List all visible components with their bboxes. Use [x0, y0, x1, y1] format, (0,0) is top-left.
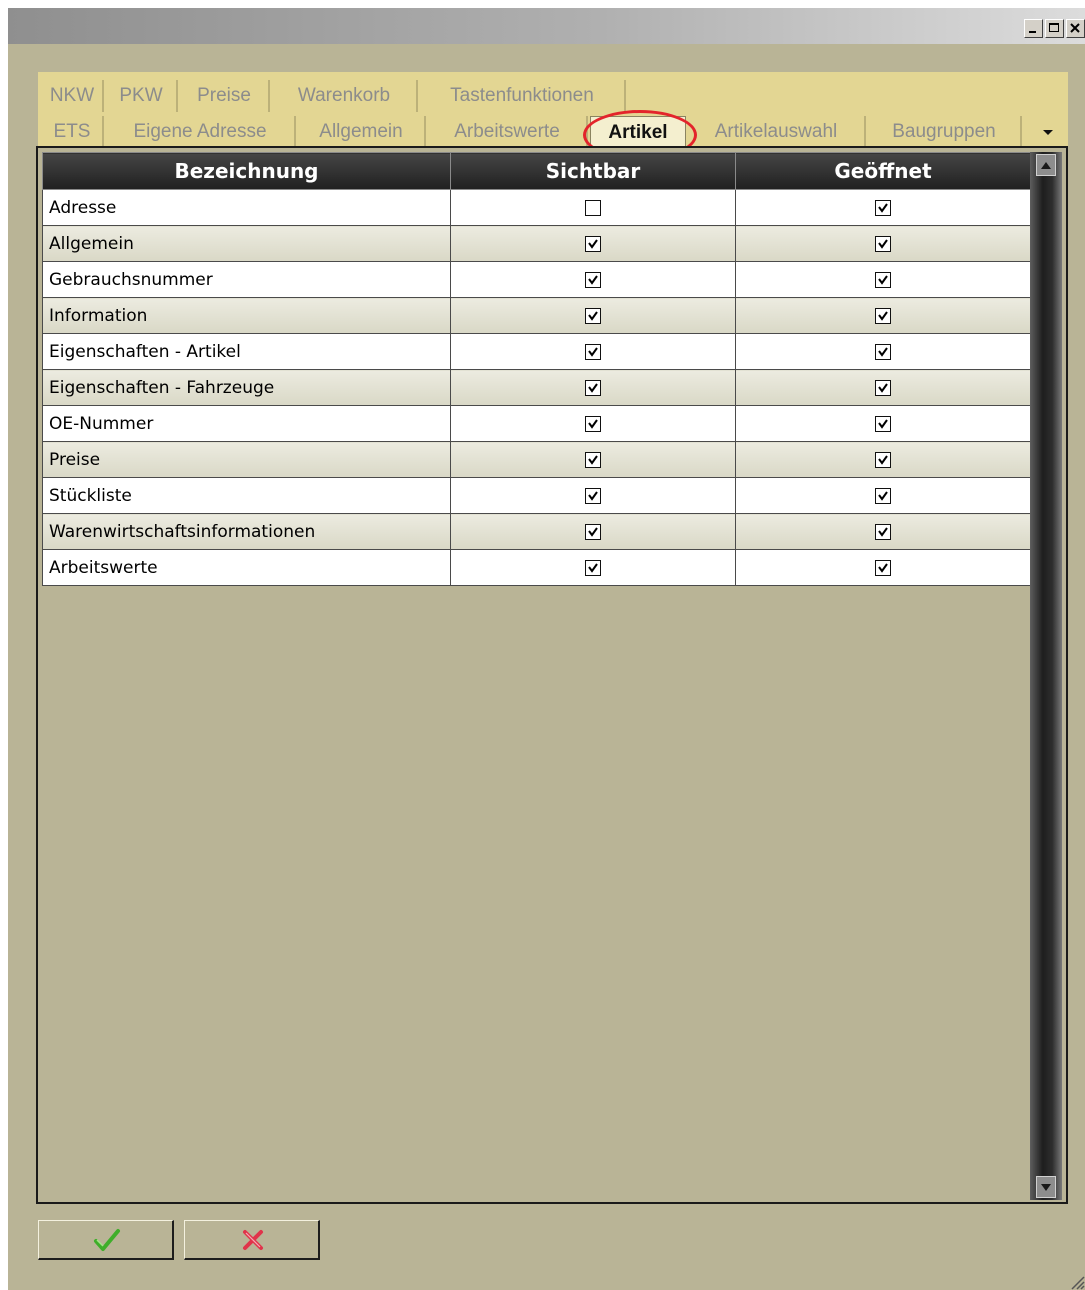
geoeffnet-checkbox[interactable]: [875, 307, 891, 324]
row-label: Allgemein: [42, 225, 451, 262]
geoeffnet-cell: [735, 549, 1031, 586]
geoeffnet-checkbox[interactable]: [875, 235, 891, 252]
row-label: Adresse: [42, 189, 451, 226]
tab-artikelauswahl[interactable]: Artikelauswahl: [688, 116, 866, 148]
tab-preise[interactable]: Preise: [180, 80, 270, 112]
geoeffnet-checkbox[interactable]: [875, 199, 891, 216]
geoeffnet-checkbox[interactable]: [875, 415, 891, 432]
table-row[interactable]: OE-Nummer: [42, 405, 1031, 442]
tab-ets[interactable]: ETS: [42, 116, 104, 148]
table-row[interactable]: Eigenschaften - Fahrzeuge: [42, 369, 1031, 406]
close-icon[interactable]: [1066, 19, 1085, 38]
sichtbar-checkbox[interactable]: [585, 307, 601, 324]
minimize-icon[interactable]: [1024, 19, 1043, 38]
cancel-button[interactable]: [184, 1220, 320, 1260]
sichtbar-cell: [450, 225, 736, 262]
sichtbar-cell: [450, 513, 736, 550]
sichtbar-checkbox[interactable]: [585, 487, 601, 504]
green-checkmark-icon: [94, 1229, 120, 1251]
tab-overflow-arrow-icon[interactable]: [1039, 125, 1057, 139]
tab-nkw[interactable]: NKW: [42, 80, 104, 112]
tab-arbeitswerte[interactable]: Arbeitswerte: [428, 116, 588, 148]
geoeffnet-checkbox[interactable]: [875, 379, 891, 396]
settings-window: NKW PKW Preise Warenkorb Tastenfunktione…: [8, 8, 1085, 1290]
geoeffnet-cell: [735, 333, 1031, 370]
row-label: Gebrauchsnummer: [42, 261, 451, 298]
sichtbar-checkbox[interactable]: [585, 343, 601, 360]
geoeffnet-cell: [735, 369, 1031, 406]
table-row[interactable]: Warenwirtschaftsinformationen: [42, 513, 1031, 550]
settings-grid: Bezeichnung Sichtbar Geöffnet Adresse All…: [36, 146, 1068, 1204]
sichtbar-cell: [450, 333, 736, 370]
sichtbar-cell: [450, 189, 736, 226]
geoeffnet-cell: [735, 441, 1031, 478]
scroll-down-icon[interactable]: [1036, 1176, 1056, 1198]
geoeffnet-cell: [735, 477, 1031, 514]
geoeffnet-checkbox[interactable]: [875, 451, 891, 468]
tab-pkw[interactable]: PKW: [106, 80, 178, 112]
vertical-scrollbar[interactable]: [1030, 152, 1062, 1200]
sichtbar-checkbox[interactable]: [585, 235, 601, 252]
sichtbar-checkbox[interactable]: [585, 379, 601, 396]
row-label: Information: [42, 297, 451, 334]
tab-allgemein[interactable]: Allgemein: [298, 116, 426, 148]
sichtbar-checkbox[interactable]: [585, 451, 601, 468]
table-row[interactable]: Adresse: [42, 189, 1031, 226]
red-x-icon: [243, 1230, 263, 1250]
sichtbar-checkbox[interactable]: [585, 199, 601, 216]
sichtbar-cell: [450, 405, 736, 442]
maximize-icon[interactable]: [1045, 19, 1064, 38]
tab-warenkorb[interactable]: Warenkorb: [272, 80, 418, 112]
table-row[interactable]: Allgemein: [42, 225, 1031, 262]
geoeffnet-checkbox[interactable]: [875, 523, 891, 540]
geoeffnet-checkbox[interactable]: [875, 559, 891, 576]
tab-tastenfunktionen[interactable]: Tastenfunktionen: [420, 80, 626, 112]
table-row[interactable]: Gebrauchsnummer: [42, 261, 1031, 298]
tab-strip: NKW PKW Preise Warenkorb Tastenfunktione…: [38, 72, 1068, 150]
column-header-bezeichnung[interactable]: Bezeichnung: [42, 152, 451, 190]
resize-grip-icon[interactable]: [1067, 1272, 1085, 1290]
geoeffnet-cell: [735, 261, 1031, 298]
table-row[interactable]: Eigenschaften - Artikel: [42, 333, 1031, 370]
row-label: Eigenschaften - Artikel: [42, 333, 451, 370]
tab-eigene-adresse[interactable]: Eigene Adresse: [106, 116, 296, 148]
sichtbar-cell: [450, 549, 736, 586]
table-header-row: Bezeichnung Sichtbar Geöffnet: [42, 152, 1031, 190]
sichtbar-checkbox[interactable]: [585, 559, 601, 576]
title-bar[interactable]: [8, 8, 1085, 44]
scroll-up-icon[interactable]: [1036, 154, 1056, 176]
row-label: Preise: [42, 441, 451, 478]
sichtbar-cell: [450, 477, 736, 514]
row-label: Arbeitswerte: [42, 549, 451, 586]
row-label: Eigenschaften - Fahrzeuge: [42, 369, 451, 406]
table-row[interactable]: Information: [42, 297, 1031, 334]
sichtbar-checkbox[interactable]: [585, 271, 601, 288]
tab-baugruppen[interactable]: Baugruppen: [868, 116, 1022, 148]
table-row[interactable]: Arbeitswerte: [42, 549, 1031, 586]
row-label: Stückliste: [42, 477, 451, 514]
sichtbar-cell: [450, 369, 736, 406]
geoeffnet-cell: [735, 297, 1031, 334]
column-header-geoeffnet[interactable]: Geöffnet: [735, 152, 1031, 190]
geoeffnet-cell: [735, 513, 1031, 550]
sichtbar-checkbox[interactable]: [585, 415, 601, 432]
geoeffnet-cell: [735, 225, 1031, 262]
geoeffnet-checkbox[interactable]: [875, 487, 891, 504]
table-row[interactable]: Stückliste: [42, 477, 1031, 514]
geoeffnet-checkbox[interactable]: [875, 271, 891, 288]
geoeffnet-checkbox[interactable]: [875, 343, 891, 360]
column-header-sichtbar[interactable]: Sichtbar: [450, 152, 736, 190]
sichtbar-cell: [450, 297, 736, 334]
table-row[interactable]: Preise: [42, 441, 1031, 478]
table-body: Adresse Allgemein Gebrauchsnummer Informati…: [42, 189, 1031, 586]
row-label: Warenwirtschaftsinformationen: [42, 513, 451, 550]
settings-table: Bezeichnung Sichtbar Geöffnet Adresse All…: [42, 152, 1031, 586]
row-label: OE-Nummer: [42, 405, 451, 442]
geoeffnet-cell: [735, 405, 1031, 442]
sichtbar-checkbox[interactable]: [585, 523, 601, 540]
ok-button[interactable]: [38, 1220, 174, 1260]
geoeffnet-cell: [735, 189, 1031, 226]
sichtbar-cell: [450, 441, 736, 478]
sichtbar-cell: [450, 261, 736, 298]
